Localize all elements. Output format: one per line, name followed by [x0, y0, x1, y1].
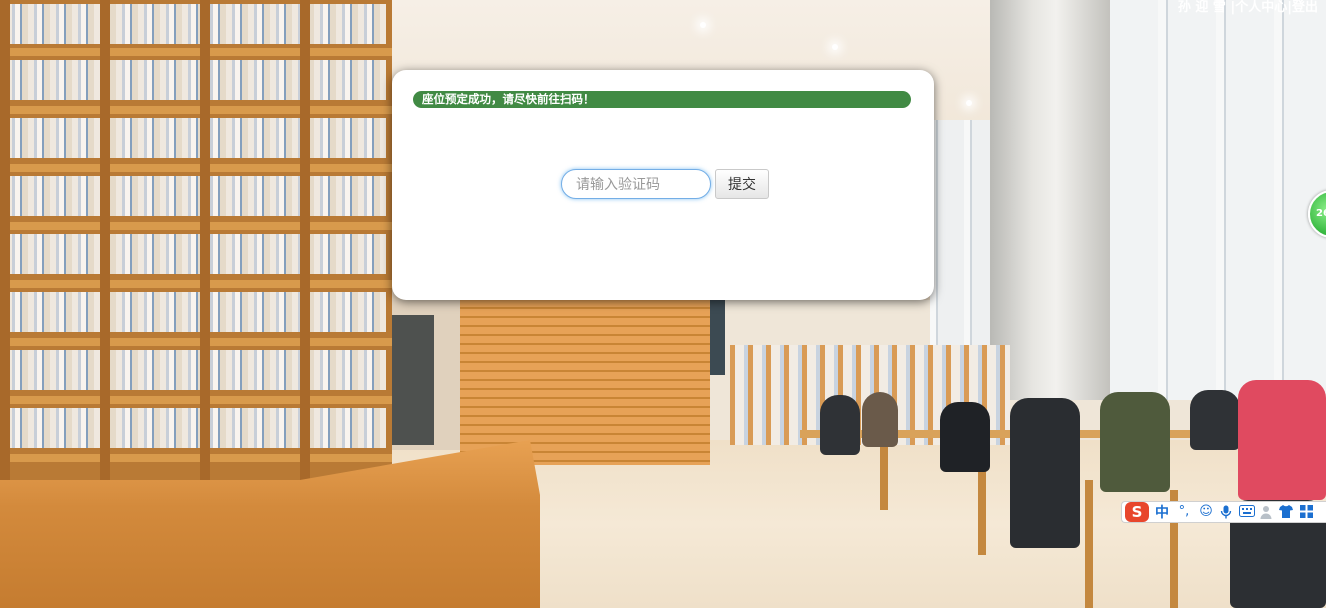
- shirt-icon[interactable]: [1279, 505, 1293, 519]
- ceiling-light: [832, 44, 838, 50]
- verification-code-input[interactable]: [561, 169, 711, 199]
- smile-icon[interactable]: ☺: [1199, 505, 1213, 519]
- ceiling-light: [700, 22, 706, 28]
- reader: [820, 395, 860, 455]
- user-bar: 孙 迎 雪 |个人中心|登出: [1178, 0, 1318, 15]
- ime-mode[interactable]: 中: [1155, 502, 1169, 522]
- user-name: 孙 迎 雪: [1177, 0, 1226, 15]
- reader: [1190, 390, 1240, 450]
- verification-dialog: 座位预定成功，请尽快前往扫码！ 提交: [392, 70, 934, 300]
- reader: [1238, 380, 1326, 500]
- user-icon[interactable]: [1259, 505, 1273, 519]
- ceiling-light: [966, 100, 972, 106]
- reader: [862, 392, 898, 447]
- window-panel: [1100, 0, 1326, 400]
- staircase: [460, 300, 710, 465]
- mic-icon[interactable]: [1219, 505, 1233, 519]
- success-notice: 座位预定成功，请尽快前往扫码！: [413, 91, 911, 108]
- reader: [940, 402, 990, 472]
- ime-punctuation[interactable]: °,: [1175, 505, 1193, 519]
- reader: [1010, 398, 1080, 548]
- logout-link[interactable]: 登出: [1292, 0, 1318, 15]
- personal-center-link[interactable]: 个人中心: [1235, 0, 1287, 15]
- reader: [1100, 392, 1170, 492]
- ime-toolbar[interactable]: S 中 °, ☺: [1121, 501, 1326, 523]
- keyboard-icon[interactable]: [1239, 505, 1255, 519]
- pillar: [990, 0, 1110, 400]
- grid-icon[interactable]: [1299, 505, 1313, 519]
- ime-logo-icon[interactable]: S: [1125, 502, 1149, 522]
- bookshelf-left: [0, 0, 392, 490]
- submit-button[interactable]: 提交: [715, 169, 769, 199]
